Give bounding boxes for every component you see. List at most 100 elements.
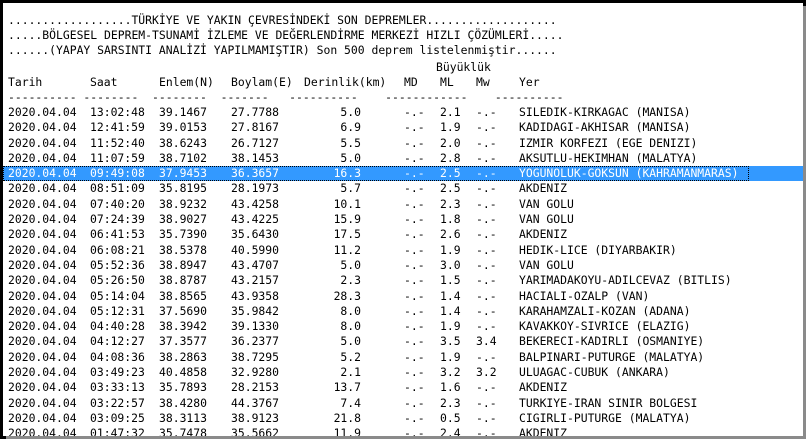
cell-lat: 38.8787	[159, 273, 208, 288]
cell-ml: 2.5	[440, 166, 461, 181]
table-row[interactable]: 2020.04.04 07:24:39 38.9027 43.4225 15.9 -.- 1…	[3, 212, 803, 227]
table-row[interactable]: 2020.04.04 03:49:23 40.4858 32.9280 2.1 -.- 3.…	[3, 365, 803, 380]
cell-time: 03:49:23	[90, 365, 145, 380]
cell-md: -.-	[404, 181, 425, 196]
cell-mw: -.-	[476, 105, 497, 119]
cell-date: 2020.04.04	[8, 242, 77, 257]
cell-date: 2020.04.04	[8, 257, 77, 272]
cell-time: 03:33:13	[90, 380, 145, 395]
cell-date: 2020.04.04	[8, 410, 77, 425]
cell-date: 2020.04.04	[8, 212, 77, 227]
table-row[interactable]: 2020.04.04 13:02:48 39.1467 27.7788 5.0 -.- 2.…	[3, 105, 803, 120]
cell-lat: 38.5378	[159, 242, 208, 257]
cell-depth: 28.3	[333, 288, 361, 303]
cell-place: KARAHAMZALI-KOZAN (ADANA)	[519, 303, 691, 318]
cell-date: 2020.04.04	[8, 227, 77, 242]
table-row[interactable]: 2020.04.04 07:40:20 38.9232 43.4258 10.1 -.- 2…	[3, 197, 803, 212]
header-line-3: ......(YAPAY SARSINTI ANALİZİ YAPILMAMIŞ…	[8, 43, 557, 58]
cell-time: 11:52:40	[90, 135, 145, 150]
cell-lon: 27.7788	[231, 105, 280, 119]
table-row[interactable]: 2020.04.04 05:12:31 37.5690 35.9842 8.0 -.- 1.…	[3, 304, 803, 319]
cell-ml: 2.5	[440, 181, 461, 196]
table-row[interactable]: 2020.04.04 03:09:25 38.3113 38.9123 21.8 -.- 0…	[3, 411, 803, 426]
cell-place: AKDENIZ	[519, 380, 568, 395]
cell-lon: 28.2153	[231, 380, 280, 395]
cell-lon: 43.9358	[231, 288, 280, 303]
cell-place: KADIDAGI-AKHISAR (MANISA)	[519, 120, 691, 135]
cell-time: 03:09:25	[90, 410, 145, 425]
cell-lon: 38.9123	[231, 410, 280, 425]
cell-lon: 26.7127	[231, 135, 280, 150]
cell-date: 2020.04.04	[8, 181, 77, 196]
cell-mw: -.-	[476, 319, 497, 334]
cell-place: VAN GOLU	[519, 212, 574, 227]
col-lat: Enlem(N)	[159, 75, 214, 89]
cell-date: 2020.04.04	[8, 303, 77, 318]
col-depth: Derinlik(km)	[304, 75, 387, 89]
table-row[interactable]: 2020.04.04 03:22:57 38.4280 44.3767 7.4 -.- 2.…	[3, 396, 803, 411]
cell-lon: 43.4707	[231, 257, 280, 272]
col-lon: Boylam(E)	[231, 75, 293, 89]
cell-depth: 21.8	[333, 410, 361, 425]
cell-lon: 43.4225	[231, 212, 280, 227]
cell-lon: 35.9842	[231, 303, 280, 318]
cell-time: 04:40:28	[90, 319, 145, 334]
cell-md: -.-	[404, 395, 425, 410]
cell-depth: 16.3	[333, 166, 361, 181]
table-row[interactable]: 2020.04.04 04:08:36 38.2863 38.7295 5.2 -.- 1.…	[3, 350, 803, 365]
table-row[interactable]: 2020.04.04 11:52:40 38.6243 26.7127 5.5 -.- 2.…	[3, 136, 803, 151]
cell-ml: 1.4	[440, 303, 461, 318]
cell-place: HEDIK-LICE (DIYARBAKIR)	[519, 242, 677, 257]
cell-ml: 1.9	[440, 120, 461, 135]
cell-mw: -.-	[476, 380, 497, 395]
cell-lat: 38.8947	[159, 257, 208, 272]
table-row[interactable]: 2020.04.04 06:08:21 38.5378 40.5990 11.2 -.- 1…	[3, 243, 803, 258]
cell-place: ULUAGAC-CUBUK (ANKARA)	[519, 365, 670, 380]
table-row[interactable]: 2020.04.04 04:12:27 37.3577 36.2377 5.0 -.- 3.…	[3, 334, 803, 349]
cell-mw: -.-	[476, 257, 497, 272]
cell-lat: 38.3113	[159, 410, 208, 425]
earthquake-table: 2020.04.04 13:02:48 39.1467 27.7788 5.0 -.- 2.…	[3, 105, 803, 436]
col-ml: ML	[440, 75, 454, 89]
cell-mw: -.-	[476, 349, 497, 364]
cell-ml: 2.3	[440, 395, 461, 410]
cell-time: 05:26:50	[90, 273, 145, 288]
cell-depth: 10.1	[333, 196, 361, 211]
table-row[interactable]: 2020.04.04 06:41:53 35.7390 35.6430 17.5 -.- 2…	[3, 227, 803, 242]
table-row[interactable]: 2020.04.04 12:41:59 39.0153 27.8167 6.9 -.- 1.…	[3, 120, 803, 135]
cell-lat: 37.5690	[159, 303, 208, 318]
table-row[interactable]: 2020.04.04 09:49:08 37.9453 36.3657 16.3 -.- 2…	[3, 166, 803, 182]
cell-ml: 1.4	[440, 288, 461, 303]
cell-lat: 35.8195	[159, 181, 208, 196]
cell-lon: 40.5990	[231, 242, 280, 257]
cell-place: YARIMADAKOYU-ADILCEVAZ (BITLIS)	[519, 273, 732, 288]
table-row[interactable]: 2020.04.04 03:33:13 35.7893 28.2153 13.7 -.- 1…	[3, 380, 803, 395]
cell-place: YOGUNOLUK-GOKSUN (KAHRAMANMARAS)	[519, 166, 739, 181]
cell-md: -.-	[404, 334, 425, 349]
cell-date: 2020.04.04	[8, 349, 77, 364]
cell-depth: 2.1	[340, 365, 361, 380]
cell-time: 08:51:09	[90, 181, 145, 196]
table-row[interactable]: 2020.04.04 11:07:59 38.7102 38.1453 5.0 -.- 2.…	[3, 151, 803, 166]
cell-mw: -.-	[476, 120, 497, 135]
table-row[interactable]: 2020.04.04 08:51:09 35.8195 28.1973 5.7 -.- 2.…	[3, 181, 803, 196]
cell-lat: 37.3577	[159, 334, 208, 349]
table-row[interactable]: 2020.04.04 05:52:36 38.8947 43.4707 5.0 -.- 3.…	[3, 258, 803, 273]
cell-md: -.-	[404, 135, 425, 150]
table-row[interactable]: 2020.04.04 04:40:28 38.3942 39.1330 8.0 -.- 1.…	[3, 319, 803, 334]
cell-md: -.-	[404, 227, 425, 242]
cell-md: -.-	[404, 257, 425, 272]
cell-lat: 38.2863	[159, 349, 208, 364]
cell-date: 2020.04.04	[8, 319, 77, 334]
cell-time: 13:02:48	[90, 105, 145, 119]
cell-lat: 38.9232	[159, 196, 208, 211]
cell-md: -.-	[404, 380, 425, 395]
cell-lat: 38.3942	[159, 319, 208, 334]
cell-lat: 38.7102	[159, 150, 208, 165]
cell-date: 2020.04.04	[8, 196, 77, 211]
cell-md: -.-	[404, 410, 425, 425]
cell-lon: 38.7295	[231, 349, 280, 364]
table-row[interactable]: 2020.04.04 05:26:50 38.8787 43.2157 2.3 -.- 1.…	[3, 273, 803, 288]
table-row[interactable]: 2020.04.04 05:14:04 38.8565 43.9358 28.3 -.- 1…	[3, 289, 803, 304]
cell-date: 2020.04.04	[8, 395, 77, 410]
